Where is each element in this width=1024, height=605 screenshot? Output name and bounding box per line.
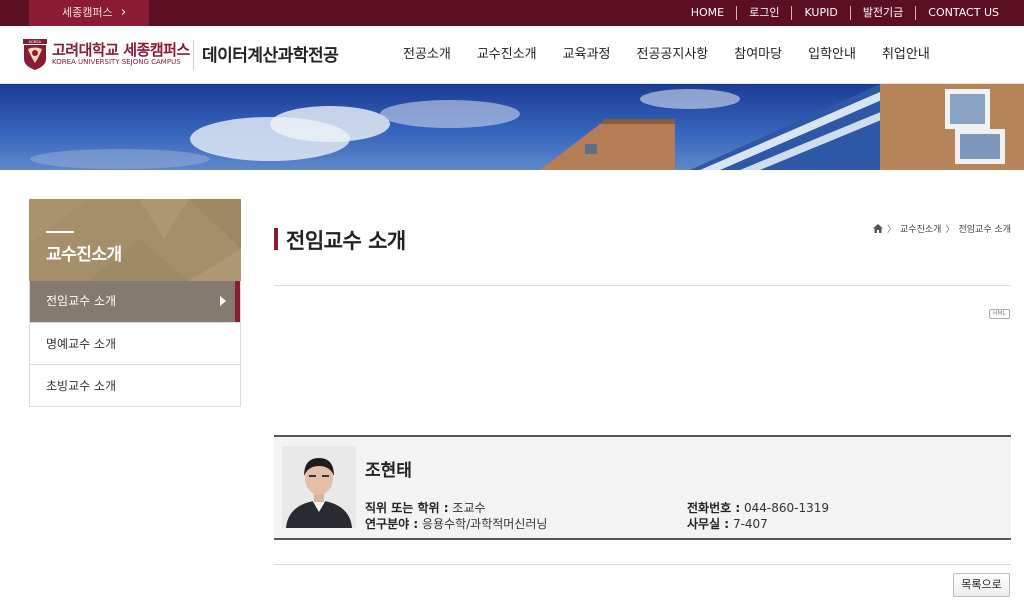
field-info: 연구분야 : 응용수학/과학적머신러닝 [365, 515, 547, 532]
position-value: 조교수 [452, 501, 486, 515]
breadcrumb-separator: 〉 [887, 225, 897, 235]
position-label: 직위 또는 학위 : [365, 501, 449, 515]
kupid-link[interactable]: KUPID [791, 6, 849, 20]
phone-value: 044-860-1319 [743, 501, 829, 515]
professor-portrait-image [282, 446, 356, 528]
content-divider [274, 285, 1011, 286]
sidebar-title-bar [46, 231, 74, 233]
campus-button-label: 세종캠퍼스 [62, 6, 113, 19]
breadcrumb: 〉 교수진소개 〉 전임교수 소개 [873, 222, 1011, 235]
sidebar-menu: 전임교수 소개 명예교수 소개 초빙교수 소개 [29, 281, 241, 407]
nav-career[interactable]: 취업안내 [871, 26, 941, 84]
sidebar-item-label: 초빙교수 소개 [46, 379, 117, 393]
breadcrumb-item-faculty[interactable]: 교수진소개 [900, 222, 941, 235]
nav-faculty[interactable]: 교수진소개 [466, 26, 548, 84]
phone-label: 전화번호 : [687, 501, 741, 515]
professor-name: 조현태 [365, 461, 412, 481]
triangle-right-icon [220, 296, 226, 306]
home-icon[interactable] [873, 224, 884, 233]
login-link[interactable]: 로그인 [736, 6, 791, 20]
office-label: 사무실 : [687, 517, 730, 531]
campus-select-button[interactable]: 세종캠퍼스 › [29, 0, 149, 26]
office-value: 7-407 [732, 517, 768, 531]
phone-info: 전화번호 : 044-860-1319 [687, 499, 829, 516]
nav-community[interactable]: 참여마당 [723, 26, 793, 84]
back-to-list-button[interactable]: 목록으로 [953, 573, 1010, 597]
sidebar-item-visiting[interactable]: 초빙교수 소개 [30, 364, 240, 406]
university-name[interactable]: 고려대학교 세종캠퍼스 [52, 39, 190, 60]
field-value: 응용수학/과학적머신러닝 [421, 517, 548, 531]
home-link[interactable]: HOME [679, 6, 736, 20]
office-info: 사무실 : 7-407 [687, 515, 768, 532]
site-header: KOREA 고려대학교 세종캠퍼스 KOREA UNIVERSITY SEJON… [0, 26, 1024, 84]
nav-notices[interactable]: 전공공지사항 [626, 26, 720, 84]
department-name[interactable]: 데이터계산과학전공 [202, 41, 339, 66]
field-label: 연구분야 : [365, 517, 419, 531]
professor-photo [282, 446, 356, 528]
page-title: 전임교수 소개 [274, 225, 406, 255]
professor-card: 조현태 직위 또는 학위 : 조교수 연구분야 : 응용수학/과학적머신러닝 전… [274, 435, 1011, 540]
hero-banner [0, 84, 1024, 170]
top-links: HOME 로그인 KUPID 발전기금 CONTACT US [679, 0, 999, 26]
nav-major-intro[interactable]: 전공소개 [392, 26, 462, 84]
university-subname: KOREA UNIVERSITY SEJONG CAMPUS [52, 58, 181, 66]
sidebar-item-fulltime[interactable]: 전임교수 소개 [30, 281, 240, 322]
breadcrumb-separator: 〉 [945, 225, 955, 235]
sidebar-item-label: 명예교수 소개 [46, 337, 117, 351]
chevron-right-icon: › [121, 5, 127, 20]
sidebar-header: 교수진소개 [29, 199, 241, 281]
contact-link[interactable]: CONTACT US [915, 6, 999, 20]
campus-building-image [30, 84, 1024, 170]
header-divider [193, 40, 194, 70]
sidebar-item-label: 전임교수 소개 [46, 294, 117, 308]
bottom-divider [274, 564, 1011, 565]
position-info: 직위 또는 학위 : 조교수 [365, 499, 486, 516]
university-crest-icon[interactable]: KOREA [23, 39, 47, 70]
nav-curriculum[interactable]: 교육과정 [552, 26, 622, 84]
sidebar-title: 교수진소개 [46, 245, 122, 265]
fund-link[interactable]: 발전기금 [849, 6, 915, 20]
top-bar: 세종캠퍼스 › HOME 로그인 KUPID 발전기금 CONTACT US [0, 0, 1024, 26]
sidebar-item-emeritus[interactable]: 명예교수 소개 [30, 322, 240, 364]
html-badge[interactable]: HML [988, 309, 1010, 319]
crest-text: KOREA [29, 40, 42, 44]
main-nav: 전공소개 교수진소개 교육과정 전공공지사항 참여마당 입학안내 취업안내 [392, 26, 945, 84]
breadcrumb-item-current: 전임교수 소개 [958, 225, 1011, 235]
nav-admission[interactable]: 입학안내 [797, 26, 867, 84]
